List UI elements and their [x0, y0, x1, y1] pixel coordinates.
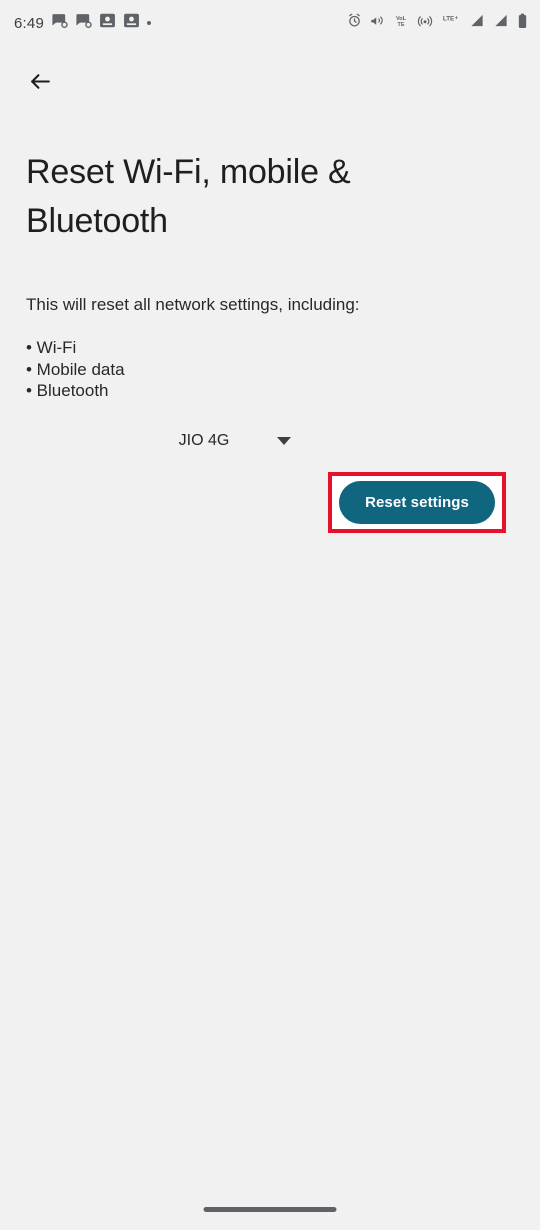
list-item: • Bluetooth	[26, 381, 109, 400]
volte-icon: VoL TE	[393, 13, 409, 33]
svg-text:TE: TE	[397, 22, 404, 28]
vibrate-icon	[370, 13, 385, 33]
back-arrow-icon	[28, 69, 53, 97]
list-item: • Mobile data	[26, 359, 125, 379]
reset-button-row: Reset settings	[26, 471, 514, 533]
reset-description: This will reset all network settings, in…	[26, 295, 360, 314]
screenshot-notification-icon	[123, 12, 140, 34]
status-bar-left: 6:49	[14, 12, 151, 34]
signal-bars-sim2-icon	[493, 13, 509, 33]
chevron-down-icon[interactable]	[277, 436, 292, 445]
sim-selector-value: JIO 4G	[178, 431, 230, 449]
message-notification-icon	[51, 12, 68, 34]
message-notification-icon	[75, 12, 92, 34]
signal-bars-sim1-icon	[469, 13, 485, 33]
page-title: Reset Wi-Fi, mobile & Bluetooth	[26, 153, 351, 240]
status-bar-clock: 6:49	[14, 14, 44, 32]
list-item: • Wi-Fi	[26, 338, 77, 357]
svg-text:VoL: VoL	[396, 16, 407, 22]
lte-plus-icon: LTE +	[441, 13, 461, 33]
app-bar	[0, 46, 540, 120]
reset-settings-button[interactable]: Reset settings	[339, 480, 495, 524]
highlight-annotation: Reset settings	[328, 471, 506, 533]
home-gesture-bar[interactable]	[203, 1207, 337, 1212]
battery-icon	[517, 13, 528, 34]
alarm-icon	[347, 13, 362, 33]
more-notifications-dot-icon	[147, 21, 151, 25]
sim-selector[interactable]: JIO 4G	[26, 432, 514, 450]
status-bar: 6:49 VoL TE LTE +	[0, 0, 540, 46]
screenshot-notification-icon	[99, 12, 116, 34]
main-content: Reset Wi-Fi, mobile & Bluetooth This wil…	[0, 148, 540, 533]
reset-items-list: • Wi-Fi • Mobile data • Bluetooth	[26, 337, 514, 402]
hotspot-icon	[417, 13, 433, 33]
back-button[interactable]	[16, 59, 64, 107]
svg-text:+: +	[455, 15, 459, 21]
status-bar-right: VoL TE LTE +	[347, 13, 528, 34]
svg-text:LTE: LTE	[443, 16, 454, 23]
